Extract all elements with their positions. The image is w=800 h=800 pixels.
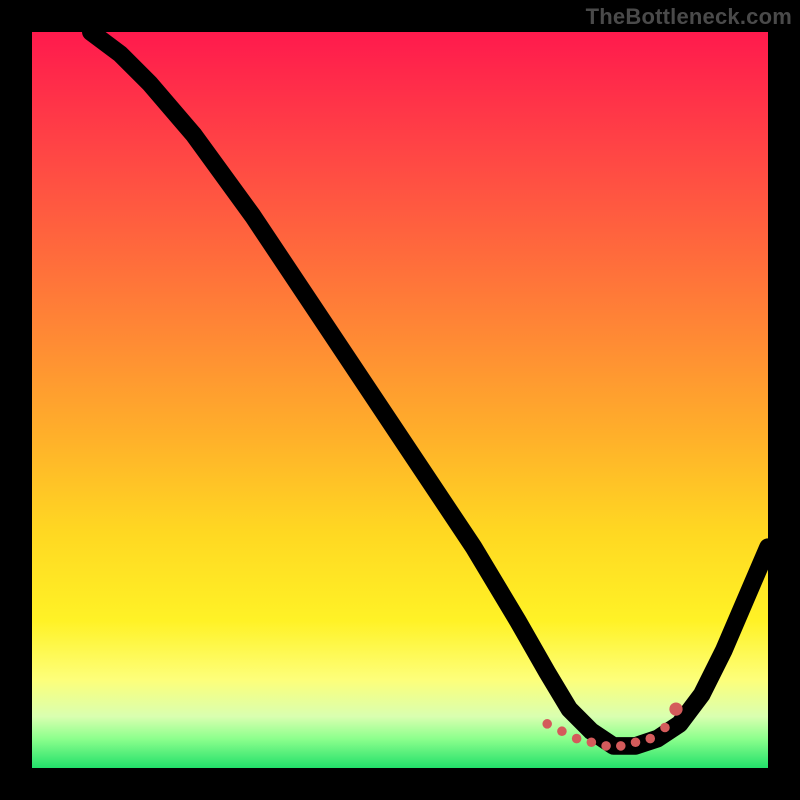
watermark-text: TheBottleneck.com	[586, 4, 792, 30]
marker-dot	[631, 737, 641, 747]
marker-dot	[616, 741, 626, 751]
marker-dot	[557, 726, 567, 736]
marker-dot	[660, 723, 670, 733]
marker-dot	[669, 702, 682, 715]
bottleneck-curve	[91, 32, 768, 746]
marker-dot	[542, 719, 552, 729]
marker-dot	[601, 741, 611, 751]
marker-dot	[572, 734, 582, 744]
marker-dot	[587, 737, 597, 747]
curve-layer	[32, 32, 768, 768]
marker-dot	[645, 734, 655, 744]
chart-frame: TheBottleneck.com	[0, 0, 800, 800]
plot-area	[32, 32, 768, 768]
